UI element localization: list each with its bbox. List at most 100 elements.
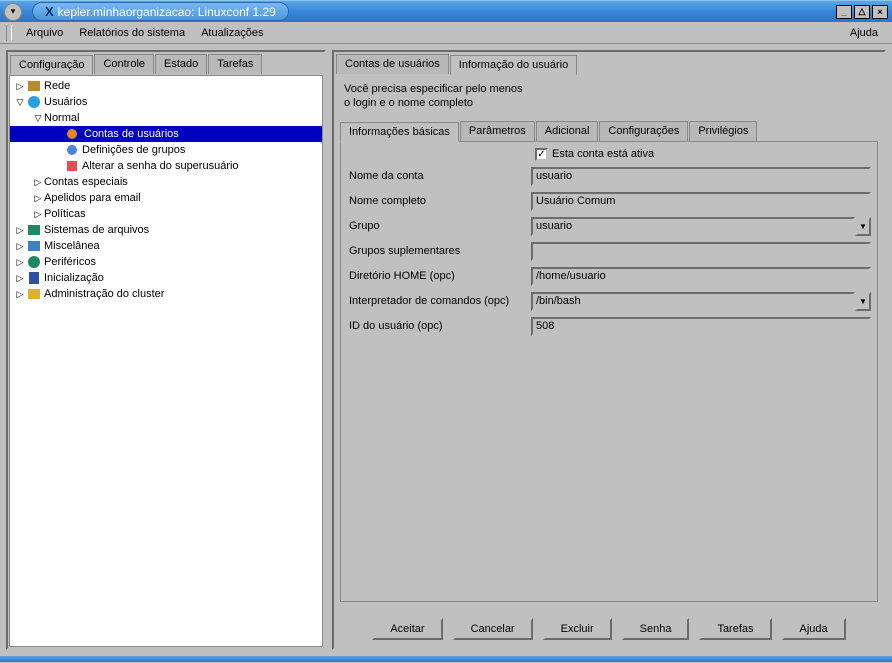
close-button[interactable]: ×	[872, 5, 888, 19]
excluir-button[interactable]: Excluir	[543, 618, 612, 640]
tarefas-button[interactable]: Tarefas	[699, 618, 771, 640]
caret-right-icon[interactable]: ▷	[14, 225, 26, 236]
row-nome-conta: Nome da conta	[347, 167, 871, 186]
tree-item-apelidos-email[interactable]: ▷ Apelidos para email	[10, 190, 322, 206]
chevron-down-icon: ▾	[11, 6, 16, 17]
label-interpretador: Interpretador de comandos (opc)	[347, 295, 531, 307]
label-grupos-supl: Grupos suplementares	[347, 245, 531, 257]
window-menu-icon[interactable]: ▾	[4, 3, 22, 21]
caret-right-icon[interactable]: ▷	[32, 193, 44, 204]
right-pane: Contas de usuários Informação do usuário…	[332, 50, 886, 650]
title-pill: X kepler.minhaorganizacao: Linuxconf 1.2…	[32, 2, 289, 21]
left-tab-row: Configuração Controle Estado Tarefas	[8, 52, 324, 74]
form-panel: ✓ Esta conta está ativa Nome da conta No…	[340, 141, 878, 602]
right-tab-row: Contas de usuários Informação do usuário	[334, 52, 884, 74]
tree-label: Contas especiais	[44, 176, 128, 188]
menu-atualizacoes[interactable]: Atualizações	[193, 24, 271, 42]
active-checkbox[interactable]: ✓	[535, 148, 548, 161]
tab-adicional[interactable]: Adicional	[536, 121, 599, 141]
cluster-icon	[26, 287, 42, 301]
info-line1: Você precisa especificar pelo menos	[344, 82, 874, 96]
input-nome-completo[interactable]	[531, 192, 871, 211]
menu-arquivo[interactable]: Arquivo	[18, 24, 71, 42]
user-account-icon	[64, 127, 80, 141]
caret-right-icon[interactable]: ▷	[32, 209, 44, 220]
caret-down-icon[interactable]: ▽	[32, 113, 44, 124]
tree-label: Miscelânea	[44, 240, 100, 252]
tree-item-rede[interactable]: ▷ Rede	[10, 78, 322, 94]
minimize-button[interactable]: _	[836, 5, 852, 19]
tree-label: Rede	[44, 80, 70, 92]
row-interpretador: Interpretador de comandos (opc) ▼	[347, 292, 871, 311]
tab-configuracao[interactable]: Configuração	[10, 55, 93, 75]
tab-parametros[interactable]: Parâmetros	[460, 121, 535, 141]
tab-informacao-usuario[interactable]: Informação do usuário	[450, 55, 577, 75]
label-nome-completo: Nome completo	[347, 195, 531, 207]
menu-ajuda[interactable]: Ajuda	[842, 24, 886, 42]
input-home-dir[interactable]	[531, 267, 871, 286]
network-icon	[26, 79, 42, 93]
caret-right-icon[interactable]: ▷	[32, 177, 44, 188]
tree-item-miscelanea[interactable]: ▷ Miscelânea	[10, 238, 322, 254]
tree-item-alterar-senha[interactable]: Alterar a senha do superusuário	[10, 158, 322, 174]
tree-item-inicializacao[interactable]: ▷ Inicialização	[10, 270, 322, 286]
tree-label: Inicialização	[44, 272, 104, 284]
tree-item-contas-usuarios[interactable]: Contas de usuários	[10, 126, 322, 142]
caret-down-icon[interactable]: ▽	[14, 97, 26, 108]
tab-configuracoes[interactable]: Configurações	[599, 121, 688, 141]
row-home-dir: Diretório HOME (opc)	[347, 267, 871, 286]
input-grupos-supl[interactable]	[531, 242, 871, 261]
ajuda-button[interactable]: Ajuda	[782, 618, 846, 640]
aceitar-button[interactable]: Aceitar	[372, 618, 442, 640]
button-row: Aceitar Cancelar Excluir Senha Tarefas A…	[334, 608, 884, 648]
tree-item-normal[interactable]: ▽ Normal	[10, 110, 322, 126]
input-id-usuario[interactable]	[531, 317, 871, 336]
window-title: kepler.minhaorganizacao: Linuxconf 1.29	[58, 5, 276, 19]
input-interpretador[interactable]	[531, 292, 855, 311]
tab-informacoes-basicas[interactable]: Informações básicas	[340, 122, 459, 142]
window-bottom-border	[0, 656, 892, 662]
peripherals-icon	[26, 255, 42, 269]
tree-label: Apelidos para email	[44, 192, 141, 204]
tab-estado[interactable]: Estado	[155, 54, 207, 74]
caret-right-icon[interactable]: ▷	[14, 241, 26, 252]
menubar-grip[interactable]	[6, 25, 12, 41]
maximize-button[interactable]: △	[854, 5, 870, 19]
tab-tarefas[interactable]: Tarefas	[208, 54, 262, 74]
tree-label: Políticas	[44, 208, 86, 220]
tab-contas-usuarios[interactable]: Contas de usuários	[336, 54, 449, 74]
cancelar-button[interactable]: Cancelar	[453, 618, 533, 640]
tree-item-admin-cluster[interactable]: ▷ Administração do cluster	[10, 286, 322, 302]
main-area: Configuração Controle Estado Tarefas ▷ R…	[0, 44, 892, 656]
input-nome-conta[interactable]	[531, 167, 871, 186]
row-nome-completo: Nome completo	[347, 192, 871, 211]
config-tree[interactable]: ▷ Rede ▽ Usuários ▽ Normal Contas de usu…	[9, 75, 323, 647]
active-checkbox-label: Esta conta está ativa	[552, 148, 654, 160]
combo-interpretador-button[interactable]: ▼	[855, 292, 871, 311]
row-grupos-supl: Grupos suplementares	[347, 242, 871, 261]
tree-label: Contas de usuários	[82, 128, 181, 140]
tree-item-politicas[interactable]: ▷ Políticas	[10, 206, 322, 222]
input-grupo[interactable]	[531, 217, 855, 236]
misc-icon	[26, 239, 42, 253]
senha-button[interactable]: Senha	[622, 618, 690, 640]
tree-item-sistemas-arquivos[interactable]: ▷ Sistemas de arquivos	[10, 222, 322, 238]
tab-controle[interactable]: Controle	[94, 54, 154, 74]
caret-right-icon[interactable]: ▷	[14, 273, 26, 284]
left-pane: Configuração Controle Estado Tarefas ▷ R…	[6, 50, 326, 650]
tree-item-contas-especiais[interactable]: ▷ Contas especiais	[10, 174, 322, 190]
combo-grupo-button[interactable]: ▼	[855, 217, 871, 236]
caret-right-icon[interactable]: ▷	[14, 257, 26, 268]
group-icon	[64, 143, 80, 157]
label-grupo: Grupo	[347, 220, 531, 232]
menu-relatorios[interactable]: Relatórios do sistema	[71, 24, 193, 42]
tree-item-usuarios[interactable]: ▽ Usuários	[10, 94, 322, 110]
caret-right-icon[interactable]: ▷	[14, 81, 26, 92]
caret-right-icon[interactable]: ▷	[14, 289, 26, 300]
tab-privilegios[interactable]: Privilégios	[689, 121, 757, 141]
tree-item-perifericos[interactable]: ▷ Periféricos	[10, 254, 322, 270]
info-text: Você precisa especificar pelo menos o lo…	[334, 74, 884, 115]
tree-item-definicoes-grupos[interactable]: Definições de grupos	[10, 142, 322, 158]
menubar: Arquivo Relatórios do sistema Atualizaçõ…	[0, 22, 892, 44]
label-home-dir: Diretório HOME (opc)	[347, 270, 531, 282]
